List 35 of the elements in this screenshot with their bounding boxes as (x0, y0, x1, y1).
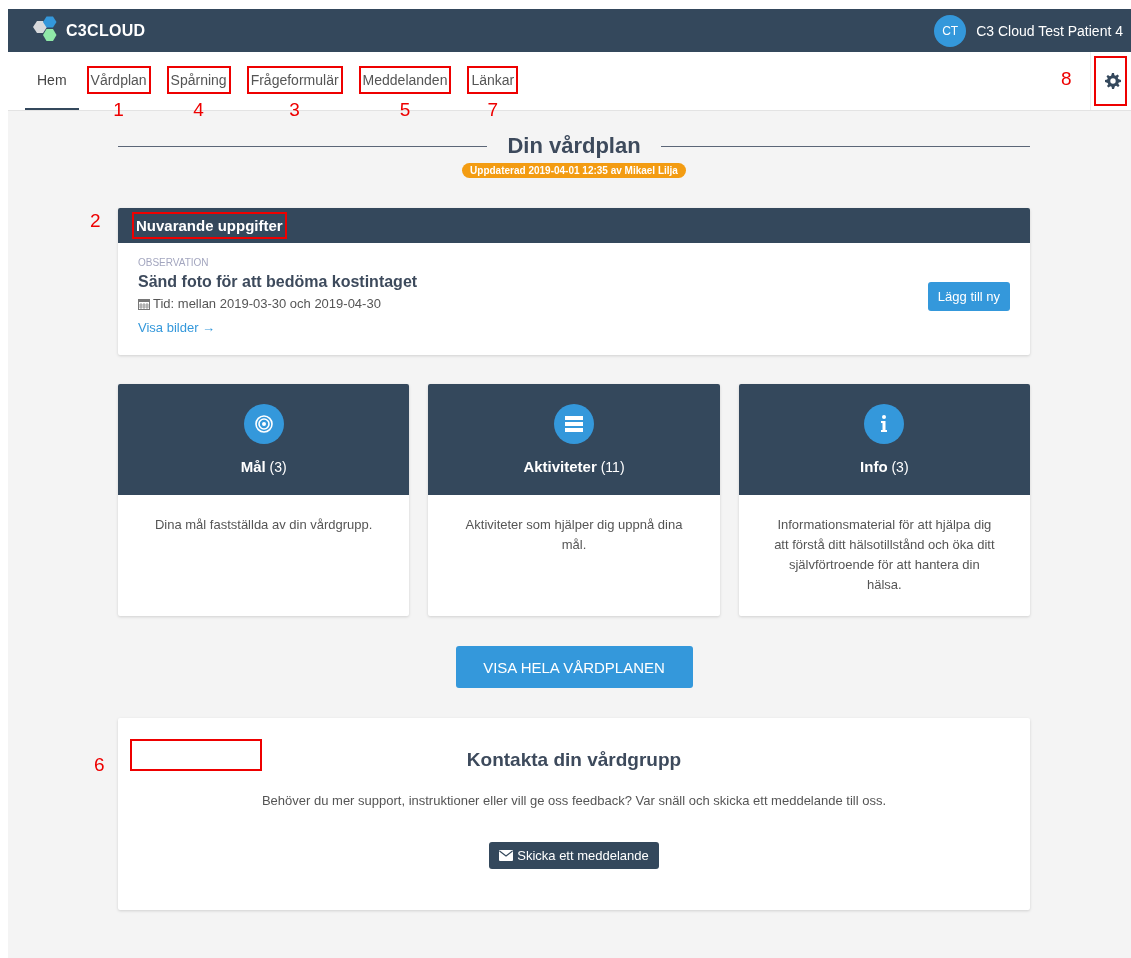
send-message-button[interactable]: Skicka ett meddelande (489, 842, 659, 869)
logo-text: C3CLOUD (66, 21, 146, 40)
envelope-icon (499, 850, 514, 861)
target-icon (243, 404, 284, 444)
settings-icon[interactable] (1105, 73, 1121, 89)
summary-card[interactable]: Aktiviteter (11) Aktiviteter som hjälper dig uppnå dina mål. (428, 384, 720, 616)
annotation-number: 4 (193, 99, 204, 121)
updated-badge: Uppdaterad 2019-04-01 12:35 av Mikael Lilja (462, 163, 686, 178)
contact-title: Kontakta din vårdgrupp (466, 749, 682, 771)
nav-tab[interactable]: Hem (25, 52, 79, 110)
contact-text: Behöver du mer support, instruktioner eller vill ge oss feedback? Var snäll och skicka ett meddelande till oss. (261, 793, 887, 808)
user-name[interactable]: C3 Cloud Test Patient 4 (976, 22, 1123, 39)
page-title: Din vårdplan (507, 133, 641, 159)
calendar-icon (138, 297, 150, 310)
annotation-number: 6 (94, 754, 105, 776)
task-title: Sänd foto för att bedöma kostintaget (138, 273, 418, 291)
summary-card[interactable]: Info (3) Informationsmaterial för att hjälpa dig att förstå ditt hälsotillstånd och öka ditt självförtroende för att hantera din hälsa. (738, 384, 1030, 616)
annotation-number: 2 (90, 210, 101, 232)
summary-card[interactable]: Mål (3) Dina mål fastställda av din vårdgrupp. (118, 384, 410, 616)
annotation-number: 1 (113, 99, 124, 121)
card-description: Dina mål fastställda av din vårdgrupp. (153, 516, 374, 534)
card-description: Aktiviteter som hjälper dig uppnå dina mål. (464, 516, 684, 554)
annotation-number: 5 (399, 99, 411, 121)
card-description: Informationsmaterial för att hjälpa dig att förstå ditt hälsotillstånd och öka ditt självförtroende för att hantera din hälsa. (773, 516, 996, 594)
list-icon (554, 404, 594, 444)
task-category: OBSERVATION (138, 257, 210, 268)
card-title: Nuvarande uppgifter (132, 212, 287, 239)
info-icon (864, 404, 905, 444)
task-time: Tid: mellan 2019-03-30 och 2019-04-30 (153, 296, 381, 311)
annotation-number: 7 (487, 99, 499, 121)
card-title: Info (3) (860, 458, 909, 475)
annotation-number: 8 (1061, 68, 1072, 90)
annotation-number: 3 (289, 99, 300, 121)
card-title: Aktiviteter (11) (523, 458, 625, 475)
card-title: Mål (3) (240, 458, 287, 475)
